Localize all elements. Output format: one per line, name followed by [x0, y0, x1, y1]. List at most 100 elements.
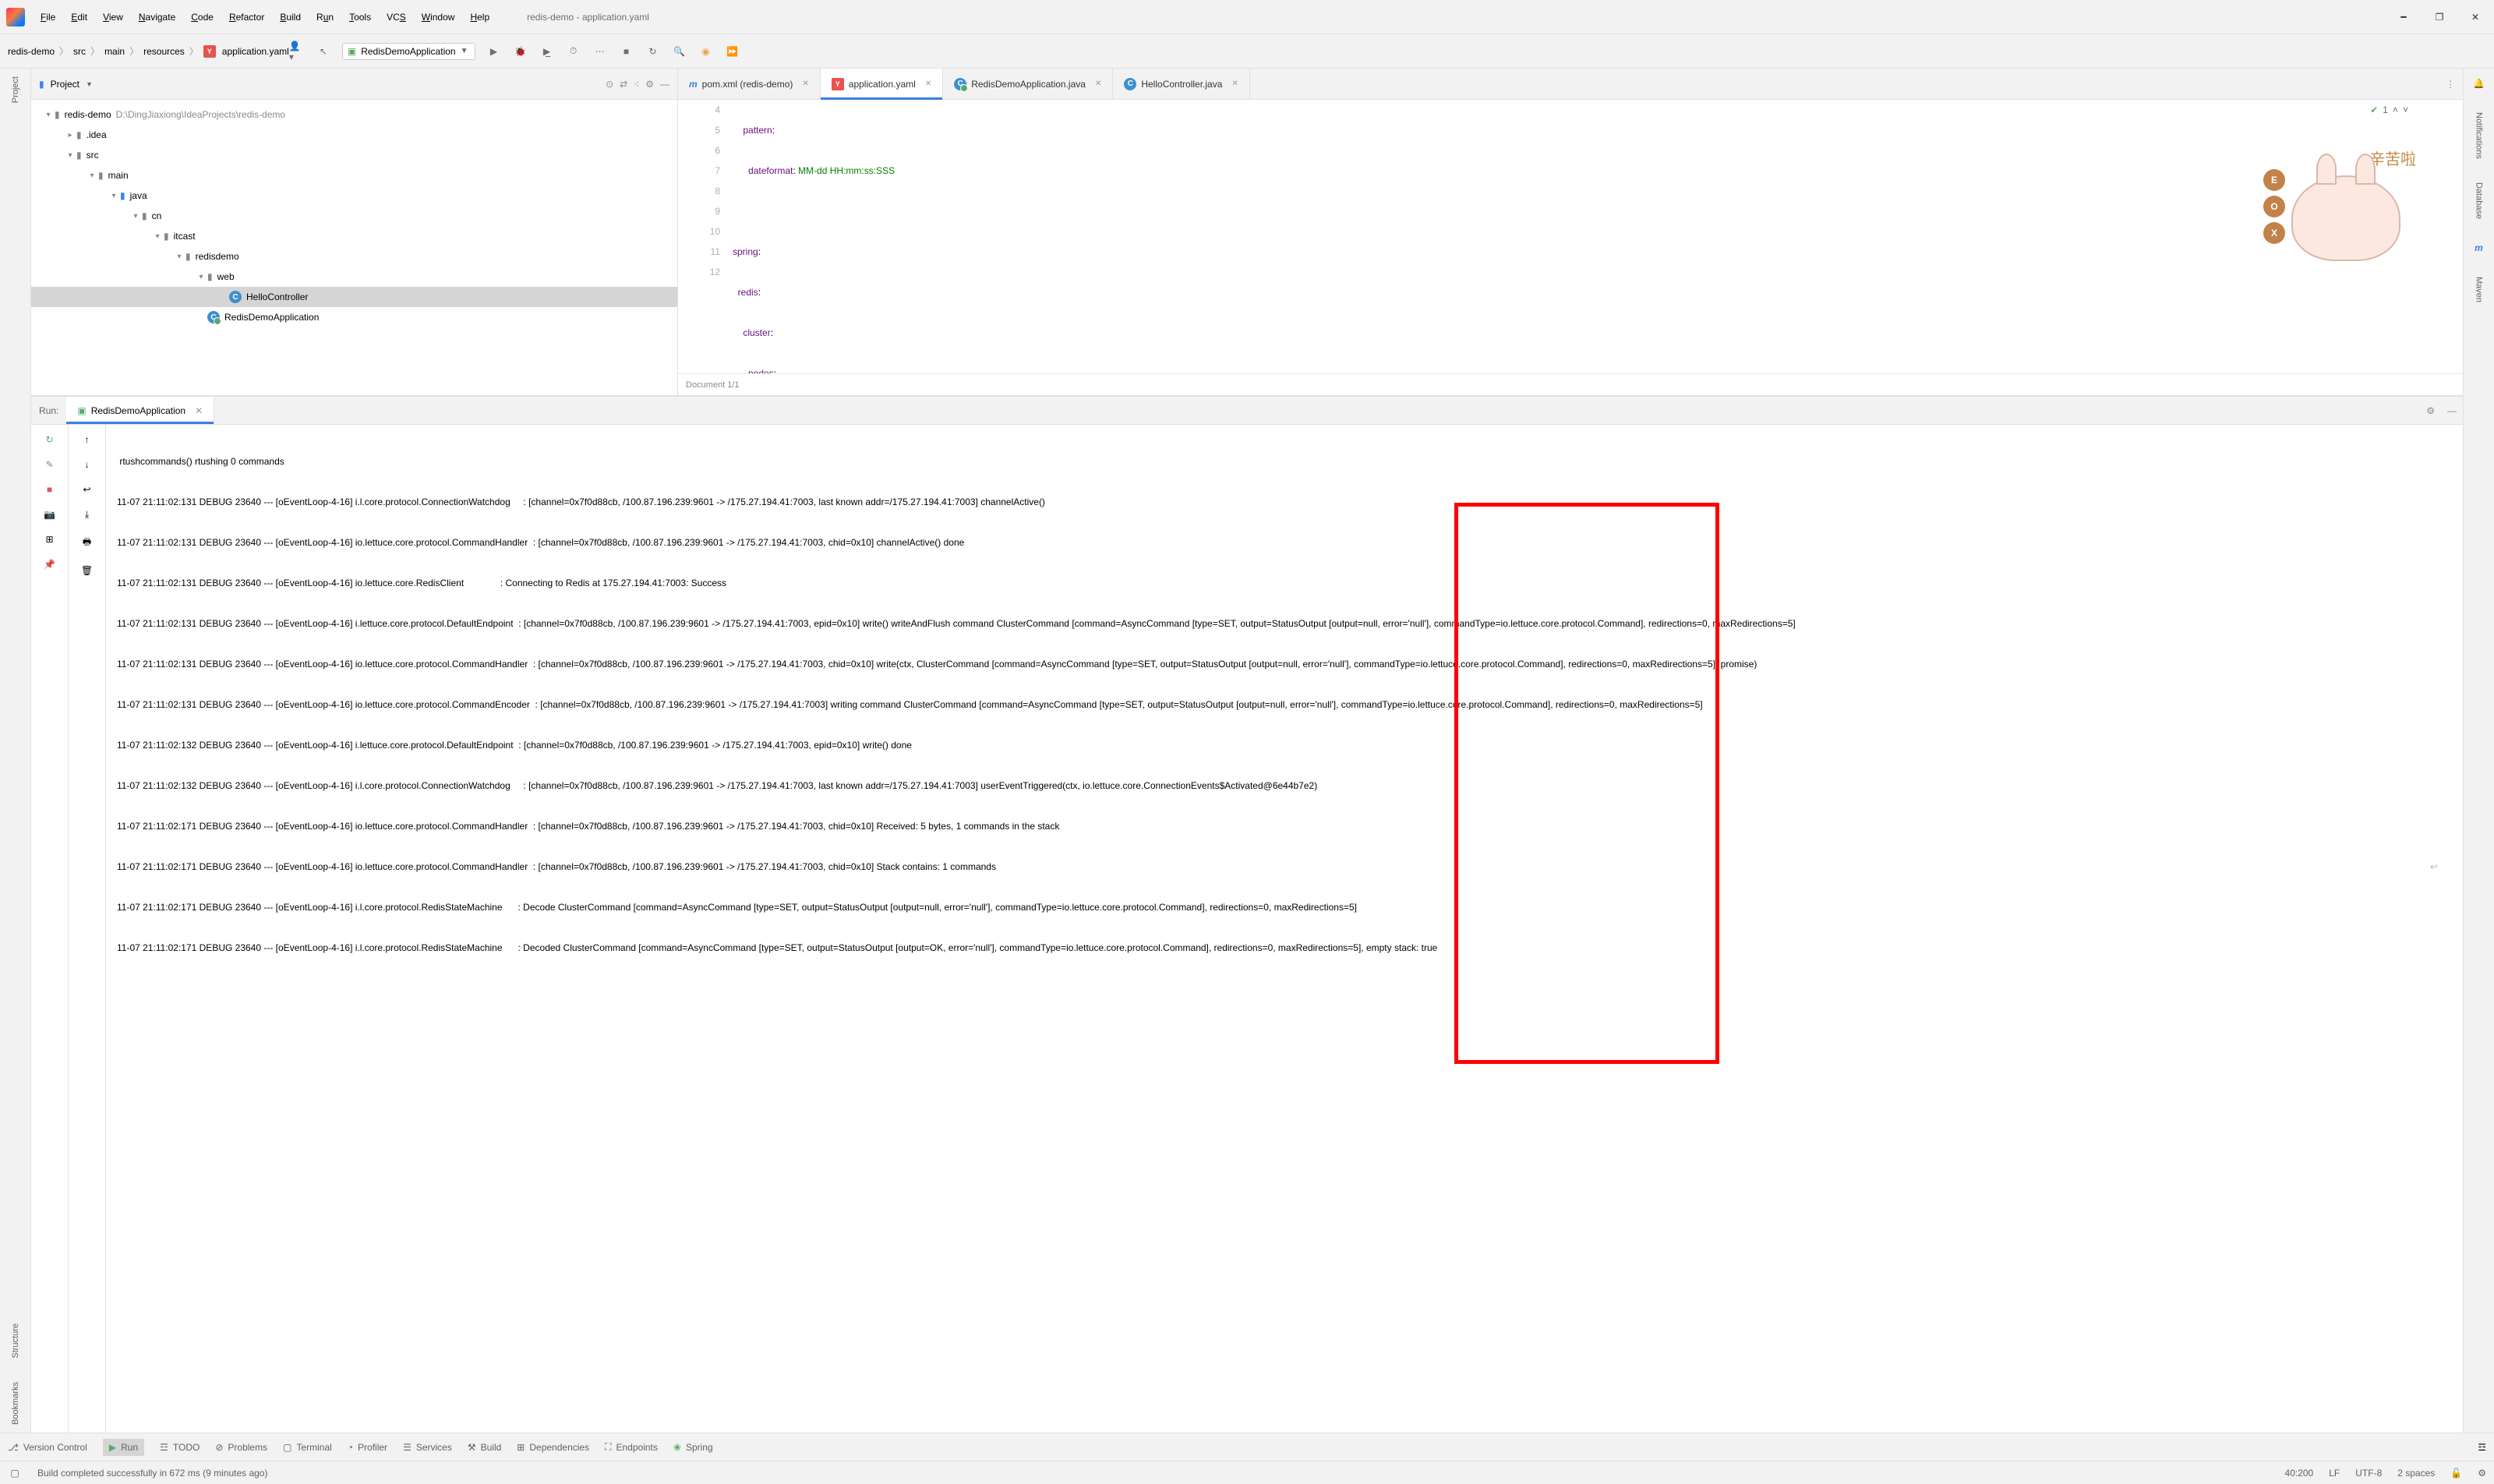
close-tab-icon[interactable]: ✕ — [1095, 80, 1101, 88]
update-icon[interactable]: ↻ — [645, 44, 661, 59]
maven-tool-icon[interactable]: m — [2475, 242, 2483, 253]
expand-icon[interactable]: ⇄ — [620, 79, 627, 90]
coverage-icon[interactable]: ▶̲ — [539, 44, 555, 59]
scroll-down-icon[interactable]: ↓ — [85, 459, 90, 470]
collapse-icon[interactable]: ⊙ — [606, 79, 613, 90]
hide-icon[interactable]: — — [660, 79, 669, 90]
hide-panel-icon[interactable]: — — [2441, 405, 2463, 416]
code-content[interactable]: pattern: dateformat: MM-dd HH:mm:ss:SSS … — [733, 100, 2463, 373]
close-tab-icon[interactable]: ✕ — [195, 405, 203, 416]
tool-build[interactable]: ⚒Build — [468, 1442, 501, 1453]
tree-redisdemoapp[interactable]: CRedisDemoApplication — [31, 307, 677, 327]
tree-web[interactable]: ▾▮web — [31, 267, 677, 287]
menu-view[interactable]: View — [97, 9, 129, 26]
menu-vcs[interactable]: VCS — [380, 9, 412, 26]
tool-todo[interactable]: ☲TODO — [160, 1442, 200, 1453]
tool-bookmarks[interactable]: Bookmarks — [11, 1382, 20, 1425]
tool-maven[interactable]: Maven — [2475, 277, 2484, 302]
stop-icon[interactable]: ■ — [619, 44, 634, 59]
run-icon[interactable]: ▶ — [486, 44, 502, 59]
inspection-widget[interactable]: ✔1˄˅ — [2370, 104, 2408, 115]
caret-position[interactable]: 40:200 — [2285, 1468, 2314, 1479]
run-tab[interactable]: ▣RedisDemoApplication✕ — [66, 397, 214, 424]
attach-icon[interactable]: ⋯ — [592, 44, 608, 59]
menu-navigate[interactable]: Navigate — [132, 9, 182, 26]
event-log-icon[interactable]: ☲ — [2478, 1442, 2486, 1453]
memory-indicator-icon[interactable]: ⚙ — [2478, 1468, 2486, 1479]
tool-database[interactable]: Database — [2475, 182, 2484, 219]
menu-edit[interactable]: Edit — [65, 9, 94, 26]
tool-vcs[interactable]: ⎇Version Control — [8, 1442, 87, 1453]
tree-hellocontroller[interactable]: CHelloController — [31, 287, 677, 307]
run-config-selector[interactable]: ▣ RedisDemoApplication ▼ — [342, 43, 475, 60]
close-tab-icon[interactable]: ✕ — [802, 80, 808, 88]
tab-overflow-icon[interactable]: ⋮ — [2446, 79, 2455, 90]
tree-itcast[interactable]: ▾▮itcast — [31, 226, 677, 246]
tool-profiler[interactable]: ◔Profiler — [348, 1442, 387, 1453]
tree-redisdemo[interactable]: ▾▮redisdemo — [31, 246, 677, 267]
console-output[interactable]: rtushcommands() rtushing 0 commands 11-0… — [106, 425, 2463, 1433]
crumb-main[interactable]: main — [104, 46, 125, 57]
debug-icon[interactable]: 🐞 — [513, 44, 528, 59]
menu-run[interactable]: Run — [310, 9, 340, 26]
dump-threads-icon[interactable]: 📷 — [44, 509, 55, 520]
tab-yaml[interactable]: Yapplication.yaml✕ — [821, 69, 943, 99]
menu-window[interactable]: Window — [415, 9, 461, 26]
tool-structure[interactable]: Structure — [11, 1323, 20, 1359]
tab-hello[interactable]: CHelloController.java✕ — [1113, 69, 1249, 99]
tree-java[interactable]: ▾▮java — [31, 186, 677, 206]
tool-terminal[interactable]: ▢Terminal — [283, 1442, 332, 1453]
tool-settings-icon[interactable]: ✎ — [45, 459, 53, 470]
menu-tools[interactable]: Tools — [343, 9, 377, 26]
scroll-end-icon[interactable]: ⤓ — [85, 509, 89, 521]
menu-refactor[interactable]: Refactor — [223, 9, 270, 26]
maximize-icon[interactable]: ❐ — [2432, 9, 2447, 25]
rerun-icon[interactable]: ↻ — [45, 434, 53, 445]
tool-endpoints[interactable]: ⛶Endpoints — [605, 1441, 658, 1453]
project-pane-title[interactable]: Project — [51, 79, 79, 90]
close-icon[interactable]: ✕ — [2468, 9, 2483, 25]
tool-services[interactable]: ☰Services — [403, 1442, 452, 1453]
print-icon[interactable]: 🖶 — [83, 535, 91, 551]
crumb-resources[interactable]: resources — [143, 46, 185, 57]
tool-project[interactable]: Project — [11, 76, 20, 103]
menu-code[interactable]: Code — [185, 9, 220, 26]
tool-notifications[interactable]: Notifications — [2475, 112, 2484, 159]
crumb-src[interactable]: src — [73, 46, 86, 57]
hide-tool-windows-icon[interactable]: ▢ — [8, 1466, 22, 1480]
close-tab-icon[interactable]: ✕ — [1231, 80, 1238, 88]
minimize-icon[interactable]: ━ — [2396, 9, 2411, 25]
tree-idea[interactable]: ▸▮.idea — [31, 125, 677, 145]
tree-main[interactable]: ▾▮main — [31, 165, 677, 186]
tool-deps[interactable]: ⊞Dependencies — [517, 1442, 589, 1453]
tree-src[interactable]: ▾▮src — [31, 145, 677, 165]
layout-icon[interactable]: ⊞ — [45, 534, 53, 545]
soft-wrap-icon[interactable]: ↩ — [83, 484, 90, 495]
tree-root[interactable]: ▾▮redis-demoD:\DingJiaxiong\IdeaProjects… — [31, 104, 677, 125]
stop-icon[interactable]: ■ — [47, 484, 52, 495]
tab-pom[interactable]: mpom.xml (redis-demo)✕ — [678, 69, 821, 99]
tool-problems[interactable]: ⊘Problems — [215, 1442, 267, 1453]
clear-icon[interactable]: 🗑 — [81, 565, 93, 576]
menu-build[interactable]: Build — [274, 9, 307, 26]
readonly-icon[interactable]: 🔓 — [2450, 1468, 2462, 1479]
code-editor[interactable]: 456789101112 pattern: dateformat: MM-dd … — [678, 100, 2463, 373]
tab-app[interactable]: CRedisDemoApplication.java✕ — [943, 69, 1113, 99]
pin-icon[interactable]: 📌 — [44, 559, 55, 570]
menu-file[interactable]: File — [34, 9, 62, 26]
indent-setting[interactable]: 2 spaces — [2397, 1468, 2435, 1479]
menu-help[interactable]: Help — [464, 9, 496, 26]
file-encoding[interactable]: UTF-8 — [2355, 1468, 2382, 1479]
crumb-file[interactable]: application.yaml — [222, 46, 289, 57]
line-separator[interactable]: LF — [2329, 1468, 2340, 1479]
build-icon[interactable]: ↖ — [316, 44, 331, 59]
chevron-down-icon[interactable]: ▼ — [86, 80, 93, 88]
crumb-root[interactable]: redis-demo — [8, 46, 55, 57]
breadcrumb[interactable]: redis-demo〉 src〉 main〉 resources〉 Y appl… — [8, 44, 289, 58]
profile-icon[interactable]: ⏱ — [566, 44, 581, 59]
settings-icon[interactable]: ⚙ — [645, 79, 654, 90]
tool-run[interactable]: ▶Run — [103, 1439, 144, 1456]
bell-icon[interactable]: 🔔 — [2473, 78, 2485, 89]
filter-icon[interactable]: ⁖ — [634, 79, 639, 90]
ide-settings-icon[interactable]: ◉ — [698, 44, 714, 59]
